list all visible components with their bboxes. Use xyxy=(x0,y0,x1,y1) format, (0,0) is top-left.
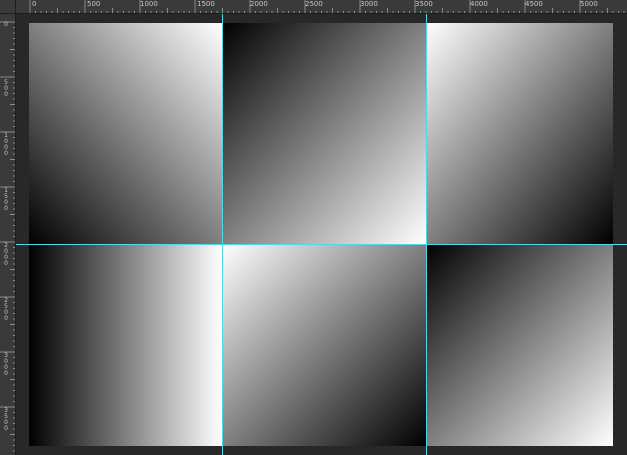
gradient-tile-bottom-right xyxy=(426,244,613,446)
ruler-label: 4500 xyxy=(525,0,543,8)
vertical-ruler[interactable]: 0 500 1000 1500 2000 2500 3000 3500 xyxy=(0,14,16,455)
gradient-tile-bottom-left xyxy=(29,244,222,446)
ruler-label: 0 xyxy=(32,0,37,8)
vertical-guide-1[interactable] xyxy=(222,14,223,455)
ruler-label: 4000 xyxy=(470,0,488,8)
gradient-tile-top-center xyxy=(222,23,426,244)
ruler-label: 1000 xyxy=(4,132,8,157)
ruler-label: 0 xyxy=(4,21,8,28)
horizontal-guide[interactable] xyxy=(16,244,627,245)
document-canvas[interactable] xyxy=(29,23,613,446)
gradient-tile-bottom-center xyxy=(222,244,426,446)
horizontal-ruler[interactable]: 0 500 1000 1500 2000 2500 3000 3500 4000… xyxy=(16,0,627,14)
ruler-origin[interactable] xyxy=(0,0,16,14)
ruler-label: 3000 xyxy=(360,0,378,8)
image-editor-workspace: 0 500 1000 1500 2000 2500 3000 3500 4000… xyxy=(0,0,627,455)
gradient-tile-top-left xyxy=(29,23,222,244)
ruler-label: 5000 xyxy=(580,0,598,8)
ruler-label: 3500 xyxy=(4,407,8,432)
gradient-tile-top-right xyxy=(426,23,613,244)
ruler-label: 3000 xyxy=(4,352,8,377)
ruler-label: 1500 xyxy=(197,0,215,8)
vertical-guide-2[interactable] xyxy=(426,14,427,455)
ruler-label: 500 xyxy=(87,0,101,8)
ruler-label: 500 xyxy=(4,79,8,98)
ruler-label: 2500 xyxy=(305,0,323,8)
ruler-label: 2500 xyxy=(4,297,8,322)
ruler-label: 2000 xyxy=(4,242,8,267)
ruler-label: 3500 xyxy=(415,0,433,8)
ruler-label: 1000 xyxy=(140,0,158,8)
ruler-label: 2000 xyxy=(250,0,268,8)
ruler-label: 1500 xyxy=(4,187,8,212)
